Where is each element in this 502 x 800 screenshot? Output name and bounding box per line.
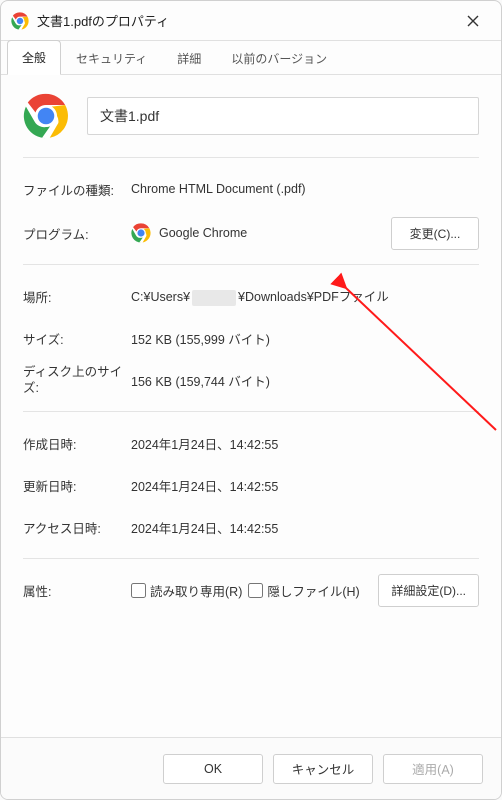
label-disksize: ディスク上のサイズ: bbox=[23, 364, 131, 397]
tab-security[interactable]: セキュリティ bbox=[61, 41, 162, 75]
value-disksize: 156 KB (159,744 バイト) bbox=[131, 371, 479, 390]
hidden-checkbox[interactable] bbox=[248, 583, 263, 598]
readonly-checkbox-label[interactable]: 読み取り専用(R) bbox=[131, 581, 242, 600]
divider bbox=[23, 157, 479, 158]
divider bbox=[23, 558, 479, 559]
value-program: Google Chrome bbox=[159, 226, 247, 240]
tab-general[interactable]: 全般 bbox=[7, 40, 61, 75]
readonly-checkbox[interactable] bbox=[131, 583, 146, 598]
ok-button[interactable]: OK bbox=[163, 754, 263, 784]
label-attributes: 属性: bbox=[23, 581, 131, 600]
close-button[interactable] bbox=[455, 5, 491, 37]
tabs: 全般 セキュリティ 詳細 以前のバージョン bbox=[1, 41, 501, 75]
file-icon bbox=[23, 93, 69, 139]
label-modified: 更新日時: bbox=[23, 476, 131, 495]
value-modified: 2024年1月24日、14:42:55 bbox=[131, 476, 479, 495]
general-tab-content: ファイルの種類: Chrome HTML Document (.pdf) プログ… bbox=[1, 75, 501, 737]
value-size: 152 KB (155,999 バイト) bbox=[131, 329, 479, 348]
advanced-button[interactable]: 詳細設定(D)... bbox=[378, 574, 479, 607]
chrome-icon bbox=[11, 12, 29, 30]
close-icon bbox=[467, 15, 479, 27]
value-accessed: 2024年1月24日、14:42:55 bbox=[131, 518, 479, 537]
change-button[interactable]: 変更(C)... bbox=[391, 217, 479, 250]
properties-dialog: 文書1.pdfのプロパティ 全般 セキュリティ 詳細 以前のバージョン ファイル… bbox=[0, 0, 502, 800]
label-created: 作成日時: bbox=[23, 434, 131, 453]
divider bbox=[23, 411, 479, 412]
tab-previous-versions[interactable]: 以前のバージョン bbox=[216, 41, 342, 75]
filename-input[interactable] bbox=[87, 97, 479, 135]
tab-details[interactable]: 詳細 bbox=[162, 41, 216, 75]
label-size: サイズ: bbox=[23, 329, 131, 348]
label-accessed: アクセス日時: bbox=[23, 518, 131, 537]
window-title: 文書1.pdfのプロパティ bbox=[37, 11, 455, 30]
hidden-checkbox-label[interactable]: 隠しファイル(H) bbox=[248, 581, 359, 600]
divider bbox=[23, 264, 479, 265]
value-filetype: Chrome HTML Document (.pdf) bbox=[131, 182, 479, 196]
program-icon bbox=[131, 223, 151, 243]
apply-button[interactable]: 適用(A) bbox=[383, 754, 483, 784]
value-location: C:¥Users¥¥Downloads¥PDFファイル bbox=[131, 286, 479, 306]
titlebar: 文書1.pdfのプロパティ bbox=[1, 1, 501, 41]
label-program: プログラム: bbox=[23, 224, 131, 243]
label-location: 場所: bbox=[23, 287, 131, 306]
label-filetype: ファイルの種類: bbox=[23, 180, 131, 199]
value-created: 2024年1月24日、14:42:55 bbox=[131, 434, 479, 453]
cancel-button[interactable]: キャンセル bbox=[273, 754, 373, 784]
dialog-footer: OK キャンセル 適用(A) bbox=[1, 737, 501, 799]
redacted-username bbox=[192, 290, 236, 306]
